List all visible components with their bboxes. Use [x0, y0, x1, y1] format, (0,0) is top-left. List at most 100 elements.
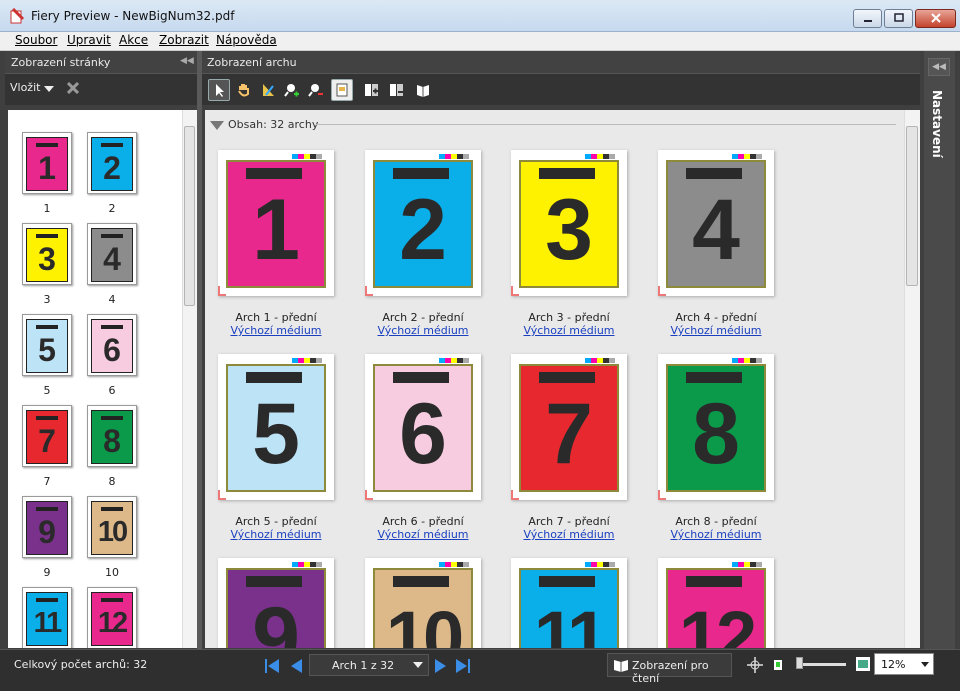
reader-view-button[interactable]: Zobrazení pro čtení — [607, 653, 732, 685]
zoom-out-button[interactable] — [305, 79, 327, 101]
collapse-left-icon[interactable]: ◀◀ — [180, 56, 194, 66]
sheet-preview[interactable]: 2 — [365, 150, 481, 296]
sheet-preview[interactable]: 7 — [511, 354, 627, 500]
last-page-icon[interactable] — [453, 656, 473, 676]
sheet-number: 8 — [692, 386, 740, 482]
sheet-preview[interactable]: 6 — [365, 354, 481, 500]
menu-soubor[interactable]: Soubor — [15, 33, 57, 47]
sheet-view-scroll-thumb[interactable] — [906, 126, 918, 286]
fit-view-icon[interactable] — [746, 656, 764, 674]
page-thumbnail[interactable]: 10 — [87, 496, 137, 558]
sheet-preview[interactable]: 12 — [658, 558, 774, 648]
first-page-icon[interactable] — [262, 656, 282, 676]
sheet-page: 12 — [666, 568, 766, 648]
page-label: 2 — [108, 202, 116, 215]
chevron-down-icon[interactable] — [44, 86, 54, 92]
media-link[interactable]: Výchozí médium — [205, 324, 351, 337]
small-page-icon[interactable] — [772, 658, 784, 672]
sheet-preview[interactable]: 8 — [658, 354, 774, 500]
crop-mark — [658, 286, 666, 296]
sheet-preview[interactable]: 11 — [511, 558, 627, 648]
insert-dropdown[interactable]: Vložit — [10, 81, 40, 94]
page-bar — [36, 598, 58, 602]
media-link[interactable]: Výchozí médium — [494, 324, 644, 337]
media-link[interactable]: Výchozí médium — [494, 528, 644, 541]
page-bar — [36, 325, 58, 329]
panel-splitter[interactable] — [197, 51, 202, 649]
add-sheet-button[interactable] — [361, 79, 383, 101]
large-page-icon[interactable] — [855, 656, 871, 672]
zoom-slider-track[interactable] — [802, 663, 846, 666]
page-number: 7 — [38, 423, 56, 459]
media-link[interactable]: Výchozí médium — [205, 528, 351, 541]
page-list-scroll-thumb[interactable] — [184, 126, 195, 306]
close-button[interactable] — [915, 9, 956, 28]
page-thumbnail[interactable]: 4 — [87, 223, 137, 285]
page-thumbnail[interactable]: 6 — [87, 314, 137, 376]
menu-upravit[interactable]: Upravit — [67, 33, 111, 47]
expand-settings-button[interactable]: ◀◀ — [928, 58, 950, 76]
page-number: 5 — [38, 332, 56, 368]
media-link[interactable]: Výchozí médium — [641, 528, 791, 541]
page-bar — [36, 143, 58, 147]
chevron-down-icon[interactable] — [921, 662, 929, 667]
menu-akce[interactable]: Akce — [119, 33, 148, 47]
sheet-preview[interactable]: 4 — [658, 150, 774, 296]
page-thumbnail[interactable]: 2 — [87, 132, 137, 194]
page-thumbnail[interactable]: 7 — [22, 405, 72, 467]
color-bar — [439, 562, 469, 567]
sheet-page: 6 — [373, 364, 473, 492]
color-bar — [439, 154, 469, 159]
sheet-number: 7 — [545, 386, 593, 482]
page-thumbnail-list[interactable]: 112233445566778899101011111212 — [8, 110, 182, 648]
page-thumbnail[interactable]: 11 — [22, 587, 72, 648]
maximize-button[interactable] — [884, 9, 913, 28]
sheet-label: Arch 5 - přední — [235, 515, 317, 528]
remove-sheet-button[interactable] — [386, 79, 408, 101]
total-sheets-label: Celkový počet archů: 32 — [14, 658, 148, 671]
hand-tool-button[interactable] — [233, 79, 255, 101]
sheet-preview[interactable]: 10 — [365, 558, 481, 648]
book-view-button[interactable] — [412, 79, 434, 101]
media-link[interactable]: Výchozí médium — [348, 528, 498, 541]
minimize-button[interactable] — [853, 9, 882, 28]
page-thumbnail[interactable]: 5 — [22, 314, 72, 376]
delete-icon[interactable] — [67, 82, 79, 94]
next-page-icon[interactable] — [430, 656, 450, 676]
page-number: 3 — [38, 241, 56, 277]
sheet-label: Arch 3 - přední — [528, 311, 610, 324]
page-label: 7 — [43, 475, 51, 488]
menu-napoveda[interactable]: Nápověda — [216, 33, 277, 47]
sheet-number: 1 — [252, 182, 300, 278]
page-preview: 3 — [26, 228, 68, 282]
ruler-tool-button[interactable] — [257, 79, 279, 101]
page-label: 10 — [105, 566, 119, 579]
settings-panel-label[interactable]: Nastavení — [930, 90, 944, 158]
pointer-tool-button[interactable] — [208, 79, 230, 101]
page-thumbnail[interactable]: 3 — [22, 223, 72, 285]
previous-page-icon[interactable] — [287, 656, 307, 676]
sheet-preview[interactable]: 3 — [511, 150, 627, 296]
page-thumbnail[interactable]: 8 — [87, 405, 137, 467]
page-thumbnail[interactable]: 12 — [87, 587, 137, 648]
sheet-pager[interactable]: Arch 1 z 32 — [309, 654, 429, 676]
media-link[interactable]: Výchozí médium — [348, 324, 498, 337]
media-link[interactable]: Výchozí médium — [641, 324, 791, 337]
page-mode-button[interactable] — [331, 79, 353, 101]
page-preview: 10 — [91, 501, 133, 555]
sheet-view-area[interactable]: 1 Arch 1 - přední Výchozí médium 2 Arch 2 - … — [205, 110, 904, 648]
sheet-preview[interactable]: 1 — [218, 150, 334, 296]
zoom-in-button[interactable] — [281, 79, 303, 101]
sheet-preview[interactable]: 9 — [218, 558, 334, 648]
page-thumbnail[interactable]: 9 — [22, 496, 72, 558]
sheet-preview[interactable]: 5 — [218, 354, 334, 500]
chevron-down-icon[interactable] — [413, 662, 423, 668]
page-number: 6 — [103, 332, 121, 368]
collapse-triangle-icon[interactable] — [210, 121, 224, 130]
sheet-bar — [246, 372, 302, 383]
zoom-slider-knob[interactable] — [796, 657, 803, 669]
page-thumbnail[interactable]: 1 — [22, 132, 72, 194]
sheet-bar — [539, 576, 595, 587]
sheet-number: 5 — [252, 386, 300, 482]
menu-zobrazit[interactable]: Zobrazit — [159, 33, 209, 47]
